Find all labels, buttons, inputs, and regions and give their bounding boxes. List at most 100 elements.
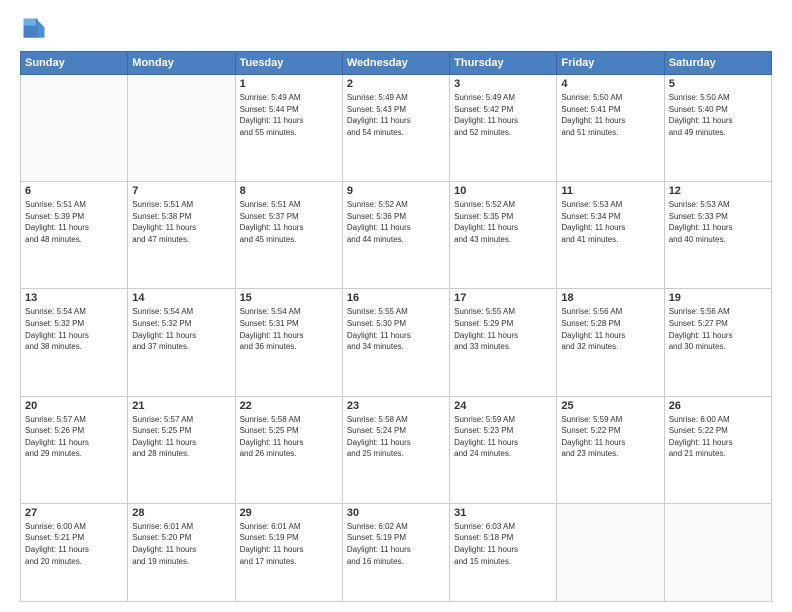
calendar-cell bbox=[21, 75, 128, 182]
calendar-cell: 17 Sunrise: 5:55 AM Sunset: 5:29 PM Dayli… bbox=[450, 289, 557, 396]
day-info: Sunrise: 5:50 AM Sunset: 5:41 PM Dayligh… bbox=[561, 92, 659, 138]
day-number: 25 bbox=[561, 400, 659, 412]
calendar-cell bbox=[664, 503, 771, 601]
day-number: 29 bbox=[240, 507, 338, 519]
day-info: Sunrise: 5:55 AM Sunset: 5:30 PM Dayligh… bbox=[347, 306, 445, 352]
calendar-cell: 20 Sunrise: 5:57 AM Sunset: 5:26 PM Dayli… bbox=[21, 396, 128, 503]
day-number: 9 bbox=[347, 185, 445, 197]
day-info: Sunrise: 5:51 AM Sunset: 5:39 PM Dayligh… bbox=[25, 199, 123, 245]
day-number: 10 bbox=[454, 185, 552, 197]
day-info: Sunrise: 6:01 AM Sunset: 5:19 PM Dayligh… bbox=[240, 521, 338, 567]
calendar-cell bbox=[128, 75, 235, 182]
day-number: 14 bbox=[132, 292, 230, 304]
day-number: 5 bbox=[669, 78, 767, 90]
day-info: Sunrise: 5:56 AM Sunset: 5:28 PM Dayligh… bbox=[561, 306, 659, 352]
weekday-header-friday: Friday bbox=[557, 52, 664, 75]
weekday-header-wednesday: Wednesday bbox=[342, 52, 449, 75]
calendar-cell: 9 Sunrise: 5:52 AM Sunset: 5:36 PM Daylig… bbox=[342, 182, 449, 289]
day-info: Sunrise: 5:53 AM Sunset: 5:33 PM Dayligh… bbox=[669, 199, 767, 245]
day-info: Sunrise: 5:57 AM Sunset: 5:25 PM Dayligh… bbox=[132, 414, 230, 460]
day-info: Sunrise: 5:54 AM Sunset: 5:31 PM Dayligh… bbox=[240, 306, 338, 352]
day-info: Sunrise: 6:01 AM Sunset: 5:20 PM Dayligh… bbox=[132, 521, 230, 567]
weekday-header-row: SundayMondayTuesdayWednesdayThursdayFrid… bbox=[21, 52, 772, 75]
day-number: 13 bbox=[25, 292, 123, 304]
day-number: 1 bbox=[240, 78, 338, 90]
day-info: Sunrise: 5:55 AM Sunset: 5:29 PM Dayligh… bbox=[454, 306, 552, 352]
week-row-3: 13 Sunrise: 5:54 AM Sunset: 5:32 PM Dayli… bbox=[21, 289, 772, 396]
day-number: 23 bbox=[347, 400, 445, 412]
day-info: Sunrise: 5:51 AM Sunset: 5:38 PM Dayligh… bbox=[132, 199, 230, 245]
day-info: Sunrise: 5:49 AM Sunset: 5:44 PM Dayligh… bbox=[240, 92, 338, 138]
day-info: Sunrise: 5:49 AM Sunset: 5:42 PM Dayligh… bbox=[454, 92, 552, 138]
day-number: 27 bbox=[25, 507, 123, 519]
calendar-cell: 27Sunrise: 6:00 AM Sunset: 5:21 PM Dayli… bbox=[21, 503, 128, 601]
logo-icon bbox=[20, 15, 48, 43]
day-info: Sunrise: 5:50 AM Sunset: 5:40 PM Dayligh… bbox=[669, 92, 767, 138]
day-info: Sunrise: 5:53 AM Sunset: 5:34 PM Dayligh… bbox=[561, 199, 659, 245]
day-info: Sunrise: 5:51 AM Sunset: 5:37 PM Dayligh… bbox=[240, 199, 338, 245]
day-info: Sunrise: 5:54 AM Sunset: 5:32 PM Dayligh… bbox=[25, 306, 123, 352]
calendar-cell: 6 Sunrise: 5:51 AM Sunset: 5:39 PM Daylig… bbox=[21, 182, 128, 289]
day-number: 26 bbox=[669, 400, 767, 412]
day-number: 19 bbox=[669, 292, 767, 304]
calendar-cell: 4 Sunrise: 5:50 AM Sunset: 5:41 PM Daylig… bbox=[557, 75, 664, 182]
day-number: 15 bbox=[240, 292, 338, 304]
page: SundayMondayTuesdayWednesdayThursdayFrid… bbox=[0, 0, 792, 612]
weekday-header-tuesday: Tuesday bbox=[235, 52, 342, 75]
day-info: Sunrise: 5:58 AM Sunset: 5:25 PM Dayligh… bbox=[240, 414, 338, 460]
week-row-4: 20 Sunrise: 5:57 AM Sunset: 5:26 PM Dayli… bbox=[21, 396, 772, 503]
day-info: Sunrise: 5:52 AM Sunset: 5:36 PM Dayligh… bbox=[347, 199, 445, 245]
day-number: 18 bbox=[561, 292, 659, 304]
calendar-cell: 31 Sunrise: 6:03 AM Sunset: 5:18 PM Dayli… bbox=[450, 503, 557, 601]
day-number: 21 bbox=[132, 400, 230, 412]
day-number: 17 bbox=[454, 292, 552, 304]
calendar-cell: 18 Sunrise: 5:56 AM Sunset: 5:28 PM Dayli… bbox=[557, 289, 664, 396]
day-number: 8 bbox=[240, 185, 338, 197]
calendar-cell: 29 Sunrise: 6:01 AM Sunset: 5:19 PM Dayli… bbox=[235, 503, 342, 601]
day-number: 12 bbox=[669, 185, 767, 197]
weekday-header-saturday: Saturday bbox=[664, 52, 771, 75]
day-number: 22 bbox=[240, 400, 338, 412]
day-number: 31 bbox=[454, 507, 552, 519]
day-info: Sunrise: 5:49 AM Sunset: 5:43 PM Dayligh… bbox=[347, 92, 445, 138]
day-info: Sunrise: 5:56 AM Sunset: 5:27 PM Dayligh… bbox=[669, 306, 767, 352]
calendar-table: SundayMondayTuesdayWednesdayThursdayFrid… bbox=[20, 51, 772, 602]
calendar-cell: 11 Sunrise: 5:53 AM Sunset: 5:34 PM Dayli… bbox=[557, 182, 664, 289]
calendar-cell: 14 Sunrise: 5:54 AM Sunset: 5:32 PM Dayli… bbox=[128, 289, 235, 396]
day-info: Sunrise: 6:00 AM Sunset: 5:22 PM Dayligh… bbox=[669, 414, 767, 460]
calendar-cell: 19 Sunrise: 5:56 AM Sunset: 5:27 PM Dayli… bbox=[664, 289, 771, 396]
calendar-cell: 22 Sunrise: 5:58 AM Sunset: 5:25 PM Dayli… bbox=[235, 396, 342, 503]
week-row-2: 6 Sunrise: 5:51 AM Sunset: 5:39 PM Daylig… bbox=[21, 182, 772, 289]
calendar-cell: 28 Sunrise: 6:01 AM Sunset: 5:20 PM Dayli… bbox=[128, 503, 235, 601]
day-number: 20 bbox=[25, 400, 123, 412]
day-number: 2 bbox=[347, 78, 445, 90]
calendar-cell: 5 Sunrise: 5:50 AM Sunset: 5:40 PM Daylig… bbox=[664, 75, 771, 182]
day-number: 11 bbox=[561, 185, 659, 197]
logo bbox=[20, 15, 52, 43]
week-row-5: 27Sunrise: 6:00 AM Sunset: 5:21 PM Dayli… bbox=[21, 503, 772, 601]
day-info: Sunrise: 5:58 AM Sunset: 5:24 PM Dayligh… bbox=[347, 414, 445, 460]
calendar-cell: 30 Sunrise: 6:02 AM Sunset: 5:19 PM Dayli… bbox=[342, 503, 449, 601]
day-number: 6 bbox=[25, 185, 123, 197]
calendar-cell: 16Sunrise: 5:55 AM Sunset: 5:30 PM Dayli… bbox=[342, 289, 449, 396]
calendar-cell: 13 Sunrise: 5:54 AM Sunset: 5:32 PM Dayli… bbox=[21, 289, 128, 396]
calendar-cell: 24Sunrise: 5:59 AM Sunset: 5:23 PM Dayli… bbox=[450, 396, 557, 503]
day-info: Sunrise: 6:02 AM Sunset: 5:19 PM Dayligh… bbox=[347, 521, 445, 567]
calendar-cell: 10Sunrise: 5:52 AM Sunset: 5:35 PM Dayli… bbox=[450, 182, 557, 289]
day-number: 28 bbox=[132, 507, 230, 519]
calendar-cell: 23 Sunrise: 5:58 AM Sunset: 5:24 PM Dayli… bbox=[342, 396, 449, 503]
day-info: Sunrise: 5:54 AM Sunset: 5:32 PM Dayligh… bbox=[132, 306, 230, 352]
day-info: Sunrise: 6:03 AM Sunset: 5:18 PM Dayligh… bbox=[454, 521, 552, 567]
calendar-cell: 12 Sunrise: 5:53 AM Sunset: 5:33 PM Dayli… bbox=[664, 182, 771, 289]
calendar-cell: 15 Sunrise: 5:54 AM Sunset: 5:31 PM Dayli… bbox=[235, 289, 342, 396]
day-info: Sunrise: 5:57 AM Sunset: 5:26 PM Dayligh… bbox=[25, 414, 123, 460]
week-row-1: 1 Sunrise: 5:49 AM Sunset: 5:44 PM Daylig… bbox=[21, 75, 772, 182]
calendar-cell: 8 Sunrise: 5:51 AM Sunset: 5:37 PM Daylig… bbox=[235, 182, 342, 289]
day-number: 7 bbox=[132, 185, 230, 197]
day-number: 3 bbox=[454, 78, 552, 90]
weekday-header-sunday: Sunday bbox=[21, 52, 128, 75]
header bbox=[20, 15, 772, 43]
calendar-cell: 25Sunrise: 5:59 AM Sunset: 5:22 PM Dayli… bbox=[557, 396, 664, 503]
day-number: 30 bbox=[347, 507, 445, 519]
day-number: 4 bbox=[561, 78, 659, 90]
